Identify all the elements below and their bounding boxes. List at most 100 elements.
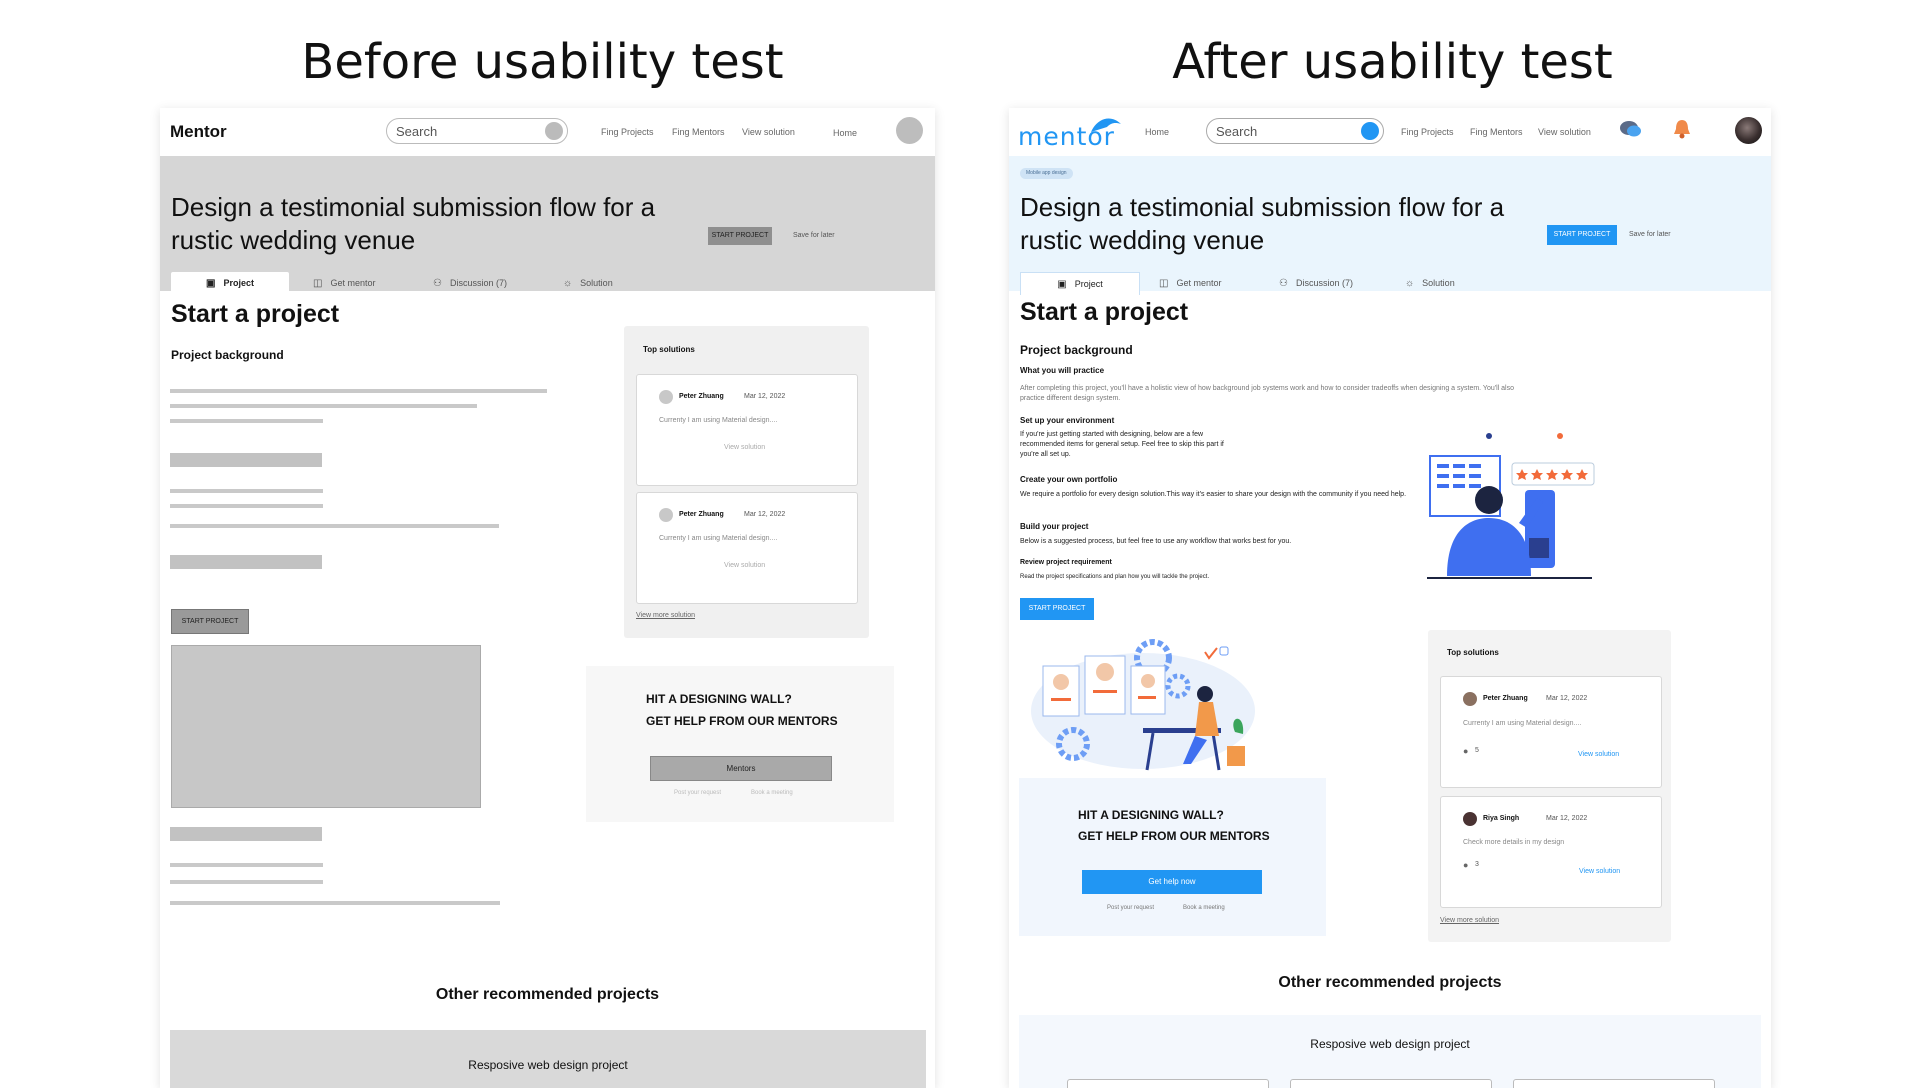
category-badge: Mobile app design [1020,168,1073,179]
top-solutions-panel: Top solutions Peter Zhuang Mar 12, 2022 … [1428,630,1671,942]
environment-heading: Set up your environment [1020,416,1115,425]
tab-solution[interactable]: ☼ Solution [563,272,613,294]
search-input[interactable]: Search [1206,118,1384,144]
section-subtitle: Project background [171,348,284,362]
view-solution-link[interactable]: View solution [1579,868,1620,875]
save-for-later-link[interactable]: Save for later [1629,231,1671,238]
recommended-project-card[interactable] [1290,1079,1492,1088]
author-name: Peter Zhuang [679,393,724,400]
placeholder-block [170,827,322,841]
view-more-solution-link[interactable]: View more solution [636,612,695,619]
tab-project[interactable]: ▣ Project [171,272,289,294]
recommended-project-card[interactable] [1513,1079,1715,1088]
start-project-button[interactable]: START PROJECT [171,609,249,634]
nav-link-solution[interactable]: View solution [742,127,795,137]
solution-card[interactable]: Peter Zhuang Mar 12, 2022 Currenty I am … [636,492,858,604]
help-line-2: GET HELP FROM OUR MENTORS [1078,829,1270,843]
placeholder-block [170,453,322,467]
search-icon[interactable] [1361,122,1379,140]
profile-avatar[interactable] [1735,117,1762,144]
after-hero: Mobile app design Design a testimonial s… [1009,156,1771,295]
brand-logo[interactable]: Mentor [170,122,227,142]
nav-link-projects[interactable]: Fing Projects [601,127,654,137]
portfolio-body: We require a portfolio for every design … [1020,491,1407,498]
start-project-button[interactable]: START PROJECT [1547,225,1617,245]
start-project-button[interactable]: START PROJECT [708,227,772,245]
placeholder-line [170,880,323,884]
tab-project[interactable]: ▣ Project [1020,272,1140,295]
other-projects-title: Other recommended projects [1278,974,1502,991]
solution-card[interactable]: Riya Singh Mar 12, 2022 Check more detai… [1440,796,1662,908]
search-placeholder: Search [396,124,438,139]
tab-label: Project [1074,279,1103,289]
tab-label: Project [223,278,254,288]
search-icon[interactable] [545,122,563,140]
post-request-link[interactable]: Post your request [674,790,721,796]
placeholder-line [170,863,323,867]
view-solution-link[interactable]: View solution [724,562,765,569]
avatar [659,508,673,522]
help-line-2: GET HELP FROM OUR MENTORS [646,714,838,728]
avatar[interactable] [896,117,923,144]
before-hero: Design a testimonial submission flow for… [160,156,935,294]
placeholder-block [170,555,322,569]
start-project-button[interactable]: START PROJECT [1020,598,1094,620]
board-icon: ◫ [313,278,323,289]
section-title: Start a project [171,300,340,328]
post-excerpt: Currenty I am using Material design.... [659,417,778,424]
after-design-panel: mentor Home Search Fing Projects Fing Me… [1009,108,1771,1088]
people-icon: ⚇ [433,278,442,289]
book-meeting-link[interactable]: Book a meeting [751,790,793,796]
practice-heading: What you will practice [1020,366,1105,375]
post-date: Mar 12, 2022 [1546,695,1588,702]
portfolio-heading: Create your own portfolio [1020,475,1118,484]
lightbulb-icon: ☼ [1405,278,1415,289]
view-solution-link[interactable]: View solution [1578,751,1619,758]
other-projects-title: Other recommended projects [435,986,660,1003]
dolphin-logo-icon [1091,118,1121,132]
rating-review-illustration [1427,433,1595,579]
tab-discussion[interactable]: ⚇ Discussion (7) [1279,272,1353,294]
nav-link-home[interactable]: Home [1145,127,1169,137]
placeholder-line [170,419,323,423]
mentors-button[interactable]: Mentors [650,756,832,781]
nav-link-mentors[interactable]: Fing Mentors [1470,127,1523,137]
recommended-project-card[interactable]: Resposive web design project [170,1030,926,1088]
search-input[interactable]: Search [386,118,568,144]
chat-icon[interactable] [1619,119,1643,141]
solution-card[interactable]: Peter Zhuang Mar 12, 2022 Currenty I am … [1440,676,1662,788]
comment-count: 5 [1475,747,1479,754]
help-line-1: HIT A DESIGNING WALL? [1078,808,1224,822]
top-solutions-title: Top solutions [1447,648,1499,657]
nav-link-mentors[interactable]: Fing Mentors [672,127,725,137]
recommended-project-card[interactable] [1067,1079,1269,1088]
recommended-projects-section: Resposive web design project [1019,1015,1761,1088]
post-date: Mar 12, 2022 [744,393,786,400]
avatar [1463,812,1477,826]
tab-discussion[interactable]: ⚇ Discussion (7) [433,272,507,294]
tab-get-mentor[interactable]: ◫ Get mentor [313,272,375,294]
before-navbar: Mentor Search Fing Projects Fing Mentors… [160,108,935,157]
tab-label: Solution [580,278,613,288]
view-solution-link[interactable]: View solution [724,444,765,451]
project-title: Design a testimonial submission flow for… [1020,192,1505,255]
get-help-now-button[interactable]: Get help now [1082,870,1262,894]
avatar [1463,692,1477,706]
nav-link-solution[interactable]: View solution [1538,127,1591,137]
solution-card[interactable]: Peter Zhuang Mar 12, 2022 Currenty I am … [636,374,858,486]
nav-link-projects[interactable]: Fing Projects [1401,127,1454,137]
bell-icon[interactable] [1672,118,1692,140]
before-heading: Before usability test [301,34,784,90]
tab-solution[interactable]: ☼ Solution [1405,272,1455,294]
nav-link-home[interactable]: Home [833,128,857,138]
view-more-solution-link[interactable]: View more solution [1440,917,1499,924]
top-solutions-panel: Top solutions Peter Zhuang Mar 12, 2022 … [624,326,869,638]
tab-get-mentor[interactable]: ◫ Get mentor [1159,272,1221,294]
project-title: Design a testimonial submission flow for… [171,192,656,255]
book-meeting-link[interactable]: Book a meeting [1183,905,1225,911]
post-request-link[interactable]: Post your request [1107,905,1154,911]
save-for-later-link[interactable]: Save for later [793,232,835,239]
placeholder-line [170,489,323,493]
post-date: Mar 12, 2022 [1546,815,1588,822]
mentor-help-box: HIT A DESIGNING WALL? GET HELP FROM OUR … [586,666,894,822]
